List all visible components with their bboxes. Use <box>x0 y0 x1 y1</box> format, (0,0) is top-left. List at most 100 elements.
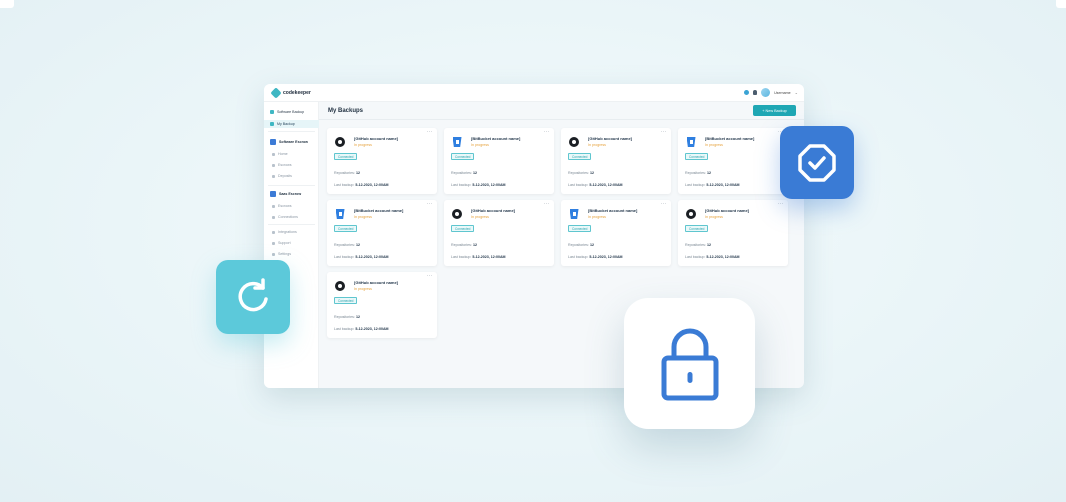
divider <box>268 185 315 186</box>
corner-mark-right <box>1056 0 1066 8</box>
repositories-label: Repositories: <box>685 243 706 247</box>
repositories-count: Repositories: 12 <box>568 171 594 175</box>
last-backup-label: Last backup: <box>334 327 355 331</box>
sidebar-item-label: Connections <box>278 215 298 219</box>
last-backup: Last backup: 5-12-2023, 12:00AM <box>451 183 506 187</box>
sidebar-item-label: Settings <box>278 252 291 256</box>
connected-badge: Connected <box>568 153 592 160</box>
repositories-count: Repositories: 12 <box>334 243 360 247</box>
provider-logo <box>568 208 580 220</box>
settings-icon <box>272 252 275 256</box>
repositories-label: Repositories: <box>451 243 472 247</box>
account-name[interactable]: [BitBucket account name] <box>471 136 520 141</box>
backup-card[interactable]: ··· [GitHub account name] In progress Conne… <box>444 200 554 266</box>
more-options-icon[interactable]: ··· <box>544 201 551 207</box>
sidebar-item-settings[interactable]: Settings <box>264 250 319 258</box>
help-icon[interactable] <box>744 90 750 95</box>
sidebar-item-connections[interactable]: Connections <box>264 213 319 221</box>
github-icon <box>569 137 579 147</box>
username[interactable]: Username <box>774 91 791 95</box>
last-backup-value: 5-12-2023, 12:00AM <box>589 183 623 187</box>
repositories-label: Repositories: <box>568 243 589 247</box>
sidebar-item-software-backup[interactable]: Software Backup <box>264 108 319 116</box>
more-options-icon[interactable]: ··· <box>544 129 551 135</box>
backup-card[interactable]: ··· [GitHub account name] In progress Conne… <box>327 128 437 194</box>
more-options-icon[interactable]: ··· <box>427 201 434 207</box>
logo[interactable]: codekeeper <box>270 87 311 99</box>
repositories-value: 12 <box>355 171 360 175</box>
backup-card[interactable]: ··· [GitHub account name] In progress Conne… <box>678 200 788 266</box>
account-name[interactable]: [GitHub account name] <box>354 280 398 285</box>
backup-card[interactable]: ··· [GitHub account name] In progress Conne… <box>327 272 437 338</box>
more-options-icon[interactable]: ··· <box>661 201 668 207</box>
backup-card[interactable]: ···[BitBucket account name]In progressCo… <box>678 128 788 194</box>
account-name[interactable]: [GitHub account name] <box>588 136 632 141</box>
lock-icon <box>661 328 718 400</box>
provider-logo <box>334 208 346 220</box>
account-name[interactable]: [GitHub account name] <box>354 136 398 141</box>
account-name[interactable]: [GitHub account name] <box>471 208 515 213</box>
backup-status: In progress <box>705 215 723 219</box>
sidebar-item-saas-escrow[interactable]: Saas Escrow <box>264 190 319 198</box>
repositories-value: 12 <box>472 243 477 247</box>
sidebar-item-my-backup[interactable]: My Backup <box>264 120 319 128</box>
last-backup-label: Last backup: <box>568 255 589 259</box>
sidebar-item-escrows[interactable]: Escrows <box>264 161 319 169</box>
account-name[interactable]: [BitBucket account name] <box>588 208 637 213</box>
backup-icon <box>270 122 274 126</box>
more-options-icon[interactable]: ··· <box>778 201 785 207</box>
provider-logo <box>334 136 346 148</box>
bitbucket-icon <box>335 209 345 219</box>
bell-icon[interactable] <box>753 90 758 95</box>
last-backup: Last backup: 5-12-2023, 12:00AM <box>568 183 623 187</box>
sidebar-item-label: Software Escrow <box>279 140 308 144</box>
logo-icon <box>270 87 282 99</box>
repositories-count: Repositories: 12 <box>451 243 477 247</box>
last-backup-value: 5-12-2023, 12:00AM <box>355 327 389 331</box>
sidebar-item-support[interactable]: Support <box>264 239 319 247</box>
connected-badge: Connected <box>451 225 475 232</box>
account-name[interactable]: [BitBucket account name] <box>705 136 754 141</box>
repositories-label: Repositories: <box>334 243 355 247</box>
last-backup-value: 5-12-2023, 12:00AM <box>589 255 623 259</box>
last-backup: Last backup: 5-12-2023, 12:00AM <box>334 183 389 187</box>
last-backup: Last backup: 5-12-2023, 12:00AM <box>334 255 389 259</box>
more-options-icon[interactable]: ··· <box>427 273 434 279</box>
last-backup-value: 5-12-2023, 12:00AM <box>706 183 740 187</box>
backup-card[interactable]: ···[BitBucket account name]In progressCo… <box>561 200 671 266</box>
sidebar-item-saas-escrows[interactable]: Escrows <box>264 202 319 210</box>
last-backup-label: Last backup: <box>334 183 355 187</box>
repositories-value: 12 <box>706 243 711 247</box>
backup-status: In progress <box>588 143 606 147</box>
more-options-icon[interactable]: ··· <box>427 129 434 135</box>
new-backup-button[interactable]: + New Backup <box>753 105 796 116</box>
bitbucket-icon <box>686 137 696 147</box>
escrows-icon <box>272 204 275 208</box>
backup-status: In progress <box>705 143 723 147</box>
more-options-icon[interactable]: ··· <box>661 129 668 135</box>
repositories-label: Repositories: <box>334 171 355 175</box>
repositories-count: Repositories: 12 <box>568 243 594 247</box>
sidebar-item-label: Support <box>278 241 291 245</box>
sidebar-item-deposits[interactable]: Deposits <box>264 172 319 180</box>
backup-card[interactable]: ···[BitBucket account name]In progressCo… <box>444 128 554 194</box>
backup-card[interactable]: ··· [GitHub account name] In progress Conne… <box>561 128 671 194</box>
connected-badge: Connected <box>451 153 475 160</box>
backup-icon <box>270 110 274 114</box>
account-name[interactable]: [BitBucket account name] <box>354 208 403 213</box>
divider <box>268 131 315 132</box>
sidebar-item-integrations[interactable]: Integrations <box>264 228 319 236</box>
chevron-down-icon[interactable]: ⌄ <box>795 90 798 95</box>
last-backup-label: Last backup: <box>685 255 706 259</box>
account-name[interactable]: [GitHub account name] <box>705 208 749 213</box>
connections-icon <box>272 215 275 219</box>
repositories-label: Repositories: <box>568 171 589 175</box>
sidebar-item-software-escrow[interactable]: Software Escrow <box>264 138 319 146</box>
repositories-value: 12 <box>706 171 711 175</box>
connected-badge: Connected <box>568 225 592 232</box>
sidebar-item-home[interactable]: Home <box>264 150 319 158</box>
top-right-controls: Username ⌄ <box>744 88 798 97</box>
avatar[interactable] <box>761 88 771 97</box>
backup-card[interactable]: ···[BitBucket account name]In progressCo… <box>327 200 437 266</box>
repositories-value: 12 <box>589 243 594 247</box>
